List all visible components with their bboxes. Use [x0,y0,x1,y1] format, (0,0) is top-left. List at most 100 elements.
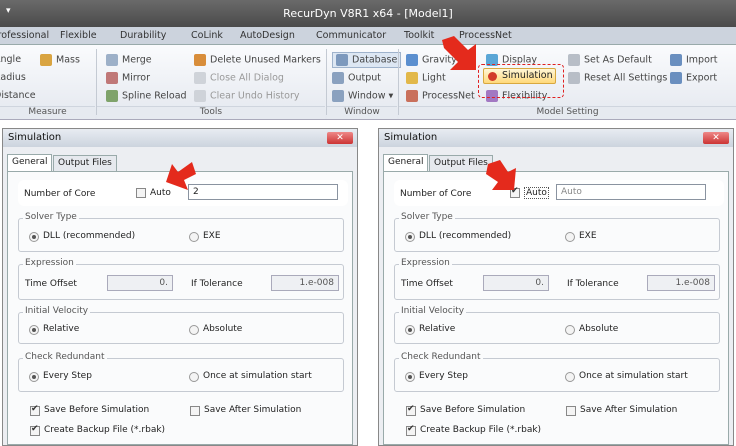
check-redundant-group: Check Redundant Every Step Once at simul… [18,352,344,392]
relative-radio[interactable] [29,325,39,335]
merge-icon [106,54,118,66]
every-step-radio[interactable] [29,372,39,382]
distance-button[interactable]: Distance [0,90,36,101]
core-input[interactable]: 2 [188,184,338,200]
radius-button[interactable]: Radius [0,72,26,83]
window-dropdown[interactable]: Window ▾ [332,90,393,102]
dll-radio[interactable] [29,232,39,242]
general-pane: Number of Core Auto 2 Solver Type DLL (r… [7,162,353,445]
tab-output-files[interactable]: Output Files [53,155,117,171]
group-model-setting: Model Setting [399,106,736,119]
light-icon [406,72,418,84]
backup-checkbox[interactable] [30,424,40,436]
output-icon [332,72,344,84]
initial-velocity-group: Initial Velocity Relative Absolute [18,306,344,344]
ribbon: Angle Radius Distance Mass Measure Merge… [0,45,736,120]
simulation-button[interactable]: Simulation [483,68,556,84]
close-icon[interactable]: ✕ [327,132,353,144]
expression-group: Expression Time Offset 0. If Tolerance 1… [394,258,720,300]
menu-toolkit[interactable]: Toolkit [404,30,434,41]
database-button[interactable]: Database [332,52,402,68]
menu-durability[interactable]: Durability [120,30,166,41]
expression-group: Expression Time Offset 0. If Tolerance 1… [18,258,344,300]
menu-autodesign[interactable]: AutoDesign [240,30,295,41]
auto-label: Auto [524,187,549,199]
delete-markers-icon [194,54,206,66]
save-before-checkbox[interactable] [406,404,416,416]
set-as-default-button[interactable]: Set As Default [568,54,652,66]
group-tools: Tools [97,106,325,119]
close-all-dialog-button[interactable]: Close All Dialog [194,72,284,84]
processnet-button[interactable]: ProcessNet [406,90,475,102]
delete-unused-markers-button[interactable]: Delete Unused Markers [194,54,321,66]
gravity-icon [406,54,418,66]
tab-general[interactable]: General [7,154,53,171]
mirror-icon [106,72,118,84]
absolute-radio[interactable] [189,325,199,335]
simulation-icon [488,72,497,81]
reset-all-settings-button[interactable]: Reset All Settings [568,72,667,84]
backup-checkbox[interactable] [406,424,416,436]
initial-velocity-group: Initial Velocity Relative Absolute [394,306,720,344]
close-dialogs-icon [194,72,206,84]
save-before-checkbox[interactable] [30,404,40,416]
mass-icon [40,54,52,66]
mass-button[interactable]: Mass [40,54,80,66]
import-icon [670,54,682,66]
dialog-title: Simulation [3,129,357,147]
clear-undo-icon [194,90,206,102]
clear-undo-history-button[interactable]: Clear Undo History [194,90,300,102]
red-arrow-icon [442,36,476,70]
database-icon [336,54,348,66]
if-tolerance-input[interactable]: 1.e-008 [271,275,339,291]
mirror-button[interactable]: Mirror [106,72,150,84]
tab-general[interactable]: General [383,154,429,171]
simulation-dialog-2: Simulation ✕ General Output Files Number… [378,128,734,446]
if-tolerance-input[interactable]: 1.e-008 [647,275,715,291]
menu-flexible[interactable]: Flexible [60,30,97,41]
light-button[interactable]: Light [406,72,446,84]
simulation-dialog-1: Simulation ✕ General Output Files Number… [2,128,358,446]
dll-radio[interactable] [405,232,415,242]
core-input[interactable]: Auto [556,184,706,200]
dialog-title: Simulation [379,129,733,147]
number-of-core-label: Number of Core [400,189,472,199]
absolute-radio[interactable] [565,325,575,335]
every-step-radio[interactable] [405,372,415,382]
solver-type-group: Solver Type DLL (recommended) EXE [394,212,720,252]
auto-checkbox[interactable] [136,188,146,198]
general-pane: Number of Core Auto Auto Solver Type DLL… [383,160,729,445]
menu-colink[interactable]: CoLink [191,30,223,41]
core-row: Number of Core Auto Auto [394,180,724,206]
exe-radio[interactable] [565,232,575,242]
menu-professional[interactable]: Professional [0,30,49,41]
set-default-icon [568,54,580,66]
merge-button[interactable]: Merge [106,54,152,66]
spline-reload-button[interactable]: Spline Reload [106,90,187,102]
import-button[interactable]: Import [670,54,718,66]
menu-communicator[interactable]: Communicator [316,30,386,41]
time-offset-input[interactable]: 0. [107,275,173,291]
window-title: RecurDyn V8R1 x64 - [Model1] [283,7,453,20]
save-after-checkbox[interactable] [190,406,200,416]
once-radio[interactable] [189,372,199,382]
red-arrow-icon [166,162,196,190]
check-redundant-group: Check Redundant Every Step Once at simul… [394,352,720,392]
title-bar: ▾ RecurDyn V8R1 x64 - [Model1] [0,0,736,27]
red-arrow-icon [486,160,516,190]
export-button[interactable]: Export [670,72,717,84]
solver-type-group: Solver Type DLL (recommended) EXE [18,212,344,252]
exe-radio[interactable] [189,232,199,242]
group-window: Window [327,106,397,119]
angle-button[interactable]: Angle [0,54,21,65]
close-icon[interactable]: ✕ [703,132,729,144]
output-button[interactable]: Output [332,72,381,84]
menu-bar: Professional Flexible Durability CoLink … [0,27,736,45]
relative-radio[interactable] [405,325,415,335]
save-after-checkbox[interactable] [566,406,576,416]
time-offset-input[interactable]: 0. [483,275,549,291]
window-icon [332,90,344,102]
reset-icon [568,72,580,84]
once-radio[interactable] [565,372,575,382]
group-measure: Measure [0,106,95,119]
